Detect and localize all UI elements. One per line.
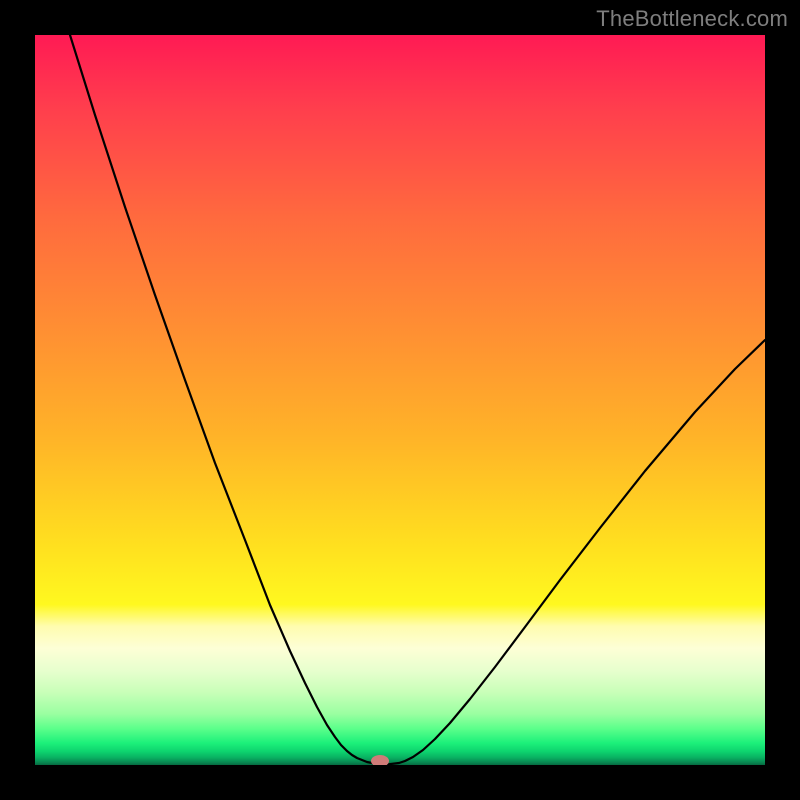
trough-marker-icon [371,755,389,765]
chart-frame: TheBottleneck.com [0,0,800,800]
curve-path [70,35,765,765]
watermark-text: TheBottleneck.com [596,6,788,32]
plot-area [35,35,765,765]
bottleneck-curve [35,35,765,765]
